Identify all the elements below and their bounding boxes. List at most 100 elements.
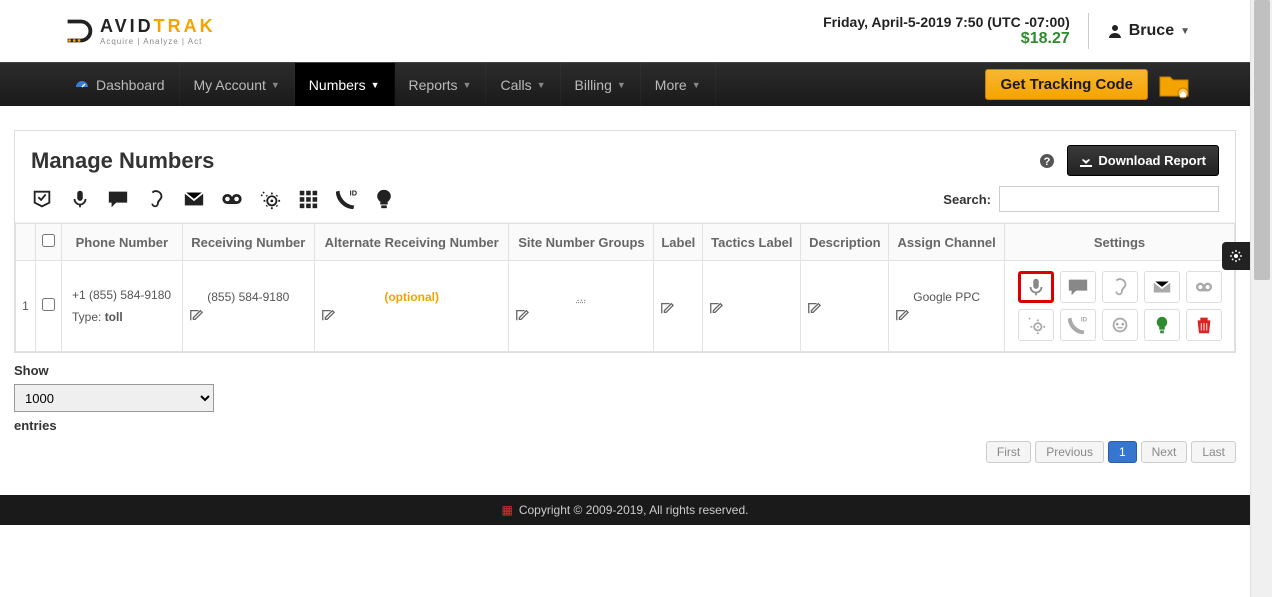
envelope-icon[interactable] bbox=[183, 188, 205, 210]
svg-text:?: ? bbox=[1044, 156, 1051, 168]
vertical-scrollbar[interactable] bbox=[1250, 0, 1272, 597]
edit-groups-icon[interactable] bbox=[515, 308, 647, 322]
lightbulb-icon[interactable] bbox=[373, 188, 395, 210]
entries-select[interactable]: 1000 bbox=[14, 384, 214, 412]
edit-label-icon[interactable] bbox=[660, 301, 696, 315]
caller-id-icon[interactable]: ID bbox=[335, 188, 357, 210]
setting-delete-icon[interactable] bbox=[1186, 309, 1222, 341]
shield-check-icon[interactable] bbox=[31, 188, 53, 210]
download-report-label: Download Report bbox=[1098, 153, 1206, 168]
setting-ear-icon[interactable] bbox=[1102, 271, 1138, 303]
pagination: First Previous 1 Next Last bbox=[986, 441, 1236, 463]
footer-text: Copyright © 2009-2019, All rights reserv… bbox=[519, 503, 749, 517]
page-next-button[interactable]: Next bbox=[1141, 441, 1188, 463]
gear-sparkle-icon[interactable] bbox=[259, 188, 281, 210]
col-channel: Assign Channel bbox=[889, 224, 1005, 261]
nav-dashboard-label: Dashboard bbox=[96, 77, 165, 93]
nav-reports[interactable]: Reports▼ bbox=[395, 63, 487, 106]
edit-channel-icon[interactable] bbox=[895, 308, 998, 322]
col-groups: Site Number Groups bbox=[509, 224, 654, 261]
row-checkbox[interactable] bbox=[42, 298, 55, 311]
divider bbox=[1088, 13, 1089, 49]
channel-value: Google PPC bbox=[895, 290, 998, 304]
voicemail-icon[interactable] bbox=[221, 188, 243, 210]
caret-down-icon: ▼ bbox=[271, 80, 280, 90]
floating-settings-icon[interactable] bbox=[1222, 242, 1250, 270]
caret-down-icon: ▼ bbox=[463, 80, 472, 90]
col-tactics: Tactics Label bbox=[703, 224, 801, 261]
select-all-checkbox[interactable] bbox=[42, 234, 55, 247]
nav-numbers-label: Numbers bbox=[309, 77, 366, 93]
setting-robot-icon[interactable] bbox=[1102, 309, 1138, 341]
nav-more[interactable]: More ▼ bbox=[641, 63, 716, 106]
nav-my-account-label: My Account bbox=[194, 77, 266, 93]
logo[interactable]: AVIDTRAK Acquire | Analyze | Act bbox=[60, 12, 216, 50]
user-icon bbox=[1107, 23, 1123, 39]
entries-label: entries bbox=[14, 418, 57, 433]
show-label: Show bbox=[14, 363, 49, 378]
row-index: 1 bbox=[16, 261, 36, 352]
user-name: Bruce bbox=[1129, 22, 1174, 40]
col-settings: Settings bbox=[1005, 224, 1235, 261]
edit-description-icon[interactable] bbox=[807, 301, 882, 315]
caret-down-icon: ▼ bbox=[692, 80, 701, 90]
toolbar-icons: ID bbox=[31, 188, 395, 210]
setting-mic-icon[interactable] bbox=[1018, 271, 1054, 303]
user-menu[interactable]: Bruce ▼ bbox=[1107, 22, 1190, 40]
main-navbar: Dashboard My Account▼ Numbers▼ Reports▼ … bbox=[0, 62, 1250, 106]
grid-icon[interactable] bbox=[297, 188, 319, 210]
scrollbar-thumb[interactable] bbox=[1254, 0, 1270, 280]
edit-tactics-icon[interactable] bbox=[709, 301, 794, 315]
phone-number: +1 (855) 584-9180 bbox=[72, 288, 176, 302]
ear-icon[interactable] bbox=[145, 188, 167, 210]
setting-mail-icon[interactable] bbox=[1144, 271, 1180, 303]
get-tracking-code-button[interactable]: Get Tracking Code bbox=[985, 69, 1148, 100]
nav-calls-label: Calls bbox=[500, 77, 531, 93]
dashboard-icon bbox=[74, 77, 90, 93]
page-prev-button[interactable]: Previous bbox=[1035, 441, 1104, 463]
setting-caller-id-icon[interactable]: ID bbox=[1060, 309, 1096, 341]
edit-receiving-icon[interactable] bbox=[189, 308, 308, 322]
setting-gear-icon[interactable] bbox=[1018, 309, 1054, 341]
edit-alt-icon[interactable] bbox=[321, 308, 503, 322]
col-label: Label bbox=[654, 224, 703, 261]
nav-numbers[interactable]: Numbers▼ bbox=[295, 63, 395, 106]
nav-my-account[interactable]: My Account ▼ bbox=[180, 63, 295, 106]
col-phone: Phone Number bbox=[62, 224, 183, 261]
setting-chat-icon[interactable] bbox=[1060, 271, 1096, 303]
download-icon bbox=[1080, 155, 1092, 167]
account-balance: $18.27 bbox=[823, 30, 1070, 48]
page-last-button[interactable]: Last bbox=[1191, 441, 1236, 463]
caret-down-icon: ▼ bbox=[537, 80, 546, 90]
top-header: AVIDTRAK Acquire | Analyze | Act Friday,… bbox=[0, 0, 1250, 62]
setting-bulb-icon[interactable] bbox=[1144, 309, 1180, 341]
nav-billing[interactable]: Billing▼ bbox=[561, 63, 641, 106]
svg-text:ID: ID bbox=[1080, 316, 1087, 323]
nav-dashboard[interactable]: Dashboard bbox=[60, 63, 180, 106]
search-label: Search: bbox=[943, 192, 991, 207]
page-first-button[interactable]: First bbox=[986, 441, 1031, 463]
receiving-number: (855) 584-9180 bbox=[189, 290, 308, 304]
manage-numbers-panel: Manage Numbers ? Download Report bbox=[14, 130, 1236, 353]
nav-more-label: More bbox=[655, 77, 687, 93]
microphone-icon[interactable] bbox=[69, 188, 91, 210]
logo-mark-icon bbox=[60, 12, 98, 50]
caret-down-icon: ▼ bbox=[1180, 26, 1190, 37]
alt-receiving-placeholder: (optional) bbox=[321, 290, 503, 304]
download-report-button[interactable]: Download Report bbox=[1067, 145, 1219, 176]
search-input[interactable] bbox=[999, 186, 1219, 212]
page-title: Manage Numbers bbox=[31, 148, 214, 174]
footer-grid-icon: ▦ bbox=[502, 503, 513, 517]
nav-calls[interactable]: Calls ▼ bbox=[486, 63, 560, 106]
caret-down-icon: ▼ bbox=[617, 80, 626, 90]
groups-expand[interactable]: ... bbox=[515, 290, 647, 304]
help-icon[interactable]: ? bbox=[1039, 153, 1055, 169]
speech-bubble-icon[interactable] bbox=[107, 188, 129, 210]
col-receiving: Receiving Number bbox=[182, 224, 314, 261]
numbers-table: Phone Number Receiving Number Alternate … bbox=[15, 223, 1235, 352]
folder-home-icon[interactable] bbox=[1158, 71, 1190, 99]
svg-text:ID: ID bbox=[350, 188, 357, 197]
setting-voicemail-icon[interactable] bbox=[1186, 271, 1222, 303]
col-alt-receiving: Alternate Receiving Number bbox=[314, 224, 509, 261]
page-1-button[interactable]: 1 bbox=[1108, 441, 1137, 463]
